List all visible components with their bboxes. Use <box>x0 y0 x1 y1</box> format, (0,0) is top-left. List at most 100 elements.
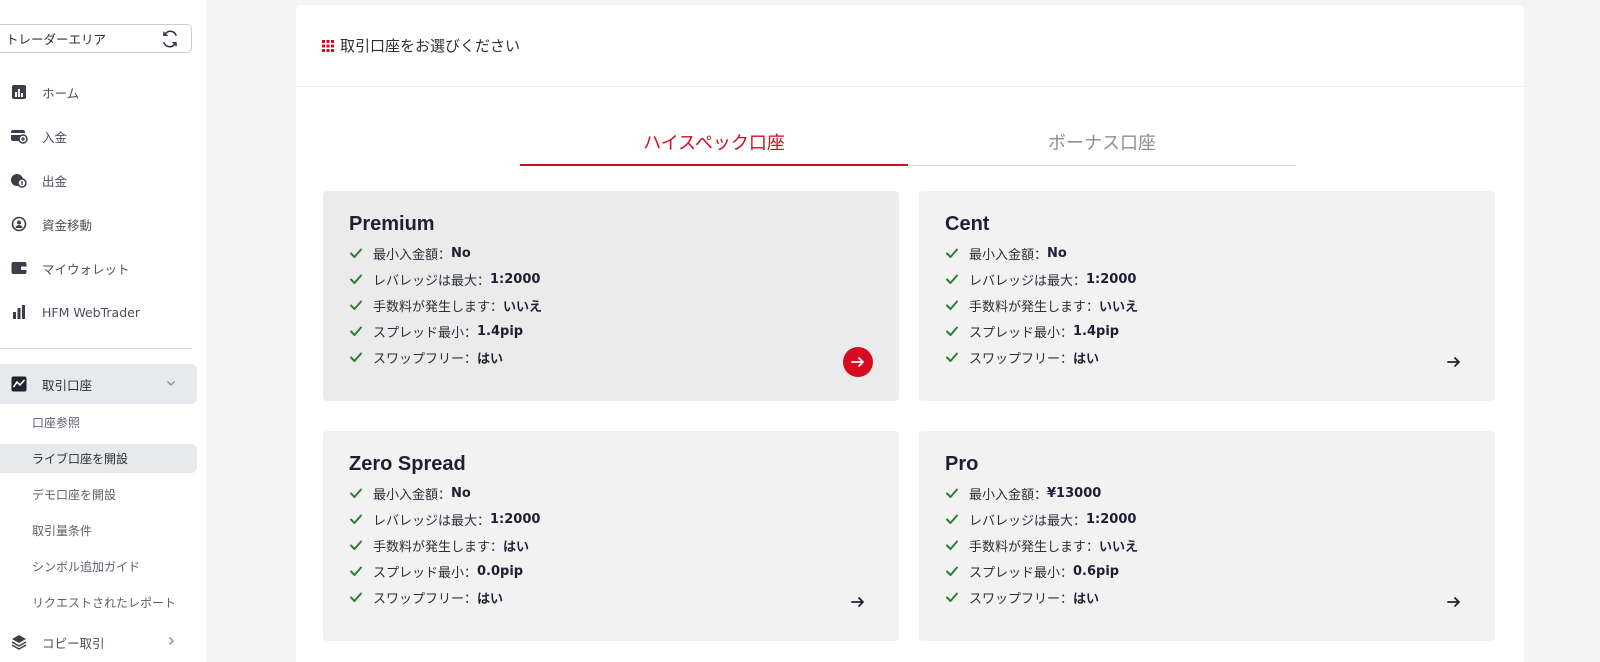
tab-label: ボーナス口座 <box>1048 132 1156 154</box>
check-icon <box>946 540 958 550</box>
feature-value: いいえ <box>1099 299 1139 315</box>
feature-value: はい <box>503 539 530 555</box>
arrow-right-icon <box>851 357 864 367</box>
sidebar-subitem-accounts-view[interactable]: 口座参照 <box>0 408 197 437</box>
sidebar-subitem-label: デモ口座を開設 <box>32 488 117 502</box>
sidebar-item-trading-accounts[interactable]: 取引口座 <box>0 364 197 404</box>
feature-row: スワップフリー： はい <box>945 344 1469 370</box>
sidebar-item-label: 取引口座 <box>42 377 93 393</box>
wallet-icon <box>10 259 28 277</box>
feature-value: No <box>451 485 471 501</box>
sidebar: トレーダーエリア ホーム 入金 出金 資金移動 マイウォレット HFM WebT… <box>0 0 206 662</box>
check-icon <box>946 274 958 284</box>
sidebar-item-home[interactable]: ホーム <box>0 72 197 112</box>
open-account-button[interactable] <box>843 587 873 617</box>
feature-row: スプレッド最小： 1.4pip <box>349 318 873 344</box>
feature-value: 0.6pip <box>1073 563 1120 579</box>
arrow-right-icon <box>1447 597 1460 607</box>
feature-row: スプレッド最小： 1.4pip <box>945 318 1469 344</box>
account-card-pro[interactable]: Pro 最小入金額： ¥13000 レバレッジは最大： 1:2000 手数料が発生します… <box>919 431 1495 641</box>
feature-label: 最小入金額： <box>969 247 1048 263</box>
feature-row: スワップフリー： はい <box>945 584 1469 610</box>
sidebar-item-webtrader[interactable]: HFM WebTrader <box>0 292 197 332</box>
check-icon <box>350 488 362 498</box>
feature-label: 手数料が発生します： <box>373 299 504 315</box>
deposit-icon <box>10 127 28 145</box>
sidebar-item-label: ホーム <box>42 85 80 101</box>
feature-row: レバレッジは最大： 1:2000 <box>349 266 873 292</box>
feature-row: 最小入金額： No <box>349 480 873 506</box>
feature-label: スプレッド最小： <box>969 325 1074 341</box>
feature-label: 最小入金額： <box>373 487 452 503</box>
sidebar-subitem-label: ライブ口座を開設 <box>32 452 129 466</box>
feature-label: スプレッド最小： <box>373 565 478 581</box>
feature-value: No <box>451 245 471 261</box>
feature-row: スプレッド最小： 0.0pip <box>349 558 873 584</box>
sidebar-item-deposit[interactable]: 入金 <box>0 116 197 156</box>
account-card-cent[interactable]: Cent 最小入金額： No レバレッジは最大： 1:2000 手数料が発生します： いい… <box>919 191 1495 401</box>
trader-area-select[interactable]: トレーダーエリア <box>0 24 192 53</box>
check-icon <box>946 592 958 602</box>
check-icon <box>350 274 362 284</box>
check-icon <box>350 566 362 576</box>
check-icon <box>350 592 362 602</box>
feature-label: 最小入金額： <box>969 487 1048 503</box>
open-account-button[interactable] <box>843 347 873 377</box>
bar-chart-icon <box>10 303 28 321</box>
arrow-right-icon <box>1447 357 1460 367</box>
feature-row: スワップフリー： はい <box>349 344 873 370</box>
feature-value: はい <box>1073 591 1100 607</box>
page-title: 取引口座をお選びください <box>340 37 521 55</box>
sidebar-item-label: コピー取引 <box>42 635 105 651</box>
account-card-title: Zero Spread <box>349 453 466 475</box>
sidebar-item-wallet[interactable]: マイウォレット <box>0 248 197 288</box>
feature-value: いいえ <box>1099 539 1139 555</box>
account-card-premium[interactable]: Premium 最小入金額： No レバレッジは最大： 1:2000 手数料が発生します… <box>323 191 899 401</box>
feature-row: 最小入金額： No <box>349 240 873 266</box>
panel-header: 取引口座をお選びください <box>296 5 1524 87</box>
sidebar-subitem-label: シンボル追加ガイド <box>32 560 141 574</box>
feature-row: レバレッジは最大： 1:2000 <box>945 266 1469 292</box>
sidebar-subitem-symbol-guide[interactable]: シンボル追加ガイド <box>0 552 197 581</box>
feature-label: スワップフリー： <box>969 351 1074 367</box>
feature-label: レバレッジは最大： <box>969 273 1087 289</box>
feature-value: はい <box>477 591 504 607</box>
feature-label: レバレッジは最大： <box>969 513 1087 529</box>
sidebar-item-withdraw[interactable]: 出金 <box>0 160 197 200</box>
chevron-down-icon[interactable] <box>165 377 177 389</box>
chart-icon <box>10 83 28 101</box>
refresh-icon[interactable] <box>161 30 179 48</box>
feature-value: ¥13000 <box>1047 485 1102 501</box>
sidebar-subitem-open-live[interactable]: ライブ口座を開設 <box>0 444 197 473</box>
feature-label: 手数料が発生します： <box>969 539 1100 555</box>
account-card-zero-spread[interactable]: Zero Spread 最小入金額： No レバレッジは最大： 1:2000 手数料が発… <box>323 431 899 641</box>
feature-row: 最小入金額： No <box>945 240 1469 266</box>
layers-icon <box>10 633 28 651</box>
feature-label: スプレッド最小： <box>373 325 478 341</box>
sidebar-item-label: HFM WebTrader <box>42 304 140 320</box>
sidebar-item-transfer[interactable]: 資金移動 <box>0 204 197 244</box>
check-icon <box>946 326 958 336</box>
account-selection-panel: 取引口座をお選びください ハイスペック口座 ボーナス口座 Premium 最小入金… <box>296 5 1524 662</box>
sidebar-subitem-label: リクエストされたレポート <box>32 596 177 610</box>
check-icon <box>946 352 958 362</box>
sidebar-subitem-open-demo[interactable]: デモ口座を開設 <box>0 480 197 509</box>
check-icon <box>946 300 958 310</box>
tab-high-spec[interactable]: ハイスペック口座 <box>520 118 908 166</box>
feature-value: はい <box>477 351 504 367</box>
sidebar-subitem-label: 取引量条件 <box>32 524 93 538</box>
check-icon <box>946 248 958 258</box>
sidebar-subitem-requested-reports[interactable]: リクエストされたレポート <box>0 588 197 617</box>
sidebar-subitem-volume-conditions[interactable]: 取引量条件 <box>0 516 197 545</box>
sidebar-item-copy-trade[interactable]: コピー取引 <box>0 622 197 662</box>
account-card-title: Premium <box>349 213 435 235</box>
feature-label: 最小入金額： <box>373 247 452 263</box>
tab-label: ハイスペック口座 <box>643 132 785 154</box>
sidebar-item-label: 出金 <box>42 173 68 189</box>
chevron-right-icon[interactable] <box>165 635 177 647</box>
open-account-button[interactable] <box>1439 347 1469 377</box>
trader-area-label: トレーダーエリア <box>6 32 107 47</box>
tab-bonus[interactable]: ボーナス口座 <box>908 118 1296 165</box>
check-icon <box>350 514 362 524</box>
open-account-button[interactable] <box>1439 587 1469 617</box>
